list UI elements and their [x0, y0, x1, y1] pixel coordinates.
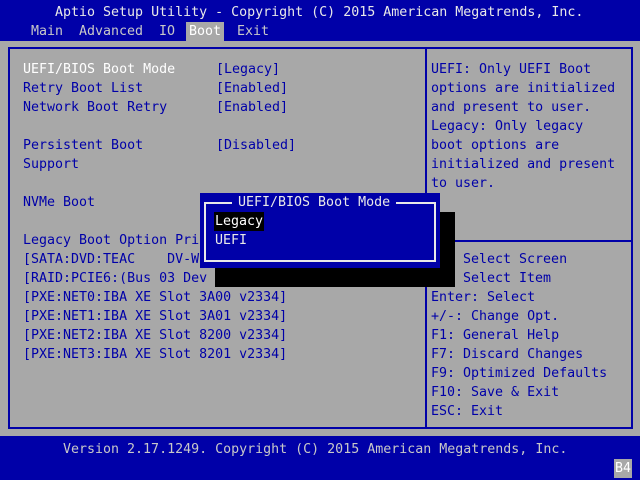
tab-main[interactable]: Main	[28, 22, 66, 41]
setting-boot-mode-label[interactable]: UEFI/BIOS Boot Mode	[23, 60, 175, 79]
help-text-line: Legacy: Only legacy	[431, 119, 584, 134]
setting-network-boot-retry-label[interactable]: Network Boot Retry	[23, 98, 167, 117]
help-text-line: UEFI: Only UEFI Boot	[431, 62, 592, 77]
popup-option-uefi[interactable]: UEFI	[215, 231, 247, 250]
key-help-line: F9: Optimized Defaults	[431, 366, 608, 381]
help-divider	[427, 240, 631, 242]
tab-advanced[interactable]: Advanced	[76, 22, 146, 41]
key-help-line: Select Screen	[463, 252, 568, 267]
version-text: Version 2.17.1249. Copyright (C) 2015 Am…	[63, 442, 568, 457]
boot-option-item[interactable]: [PXE:NET2:IBA XE Slot 8200 v2334]	[23, 326, 287, 345]
boot-option-item[interactable]: [PXE:NET1:IBA XE Slot 3A01 v2334]	[23, 307, 287, 326]
help-text-line: and present to user.	[431, 100, 592, 115]
key-help-line: +/-: Change Opt.	[431, 309, 560, 324]
popup-title: UEFI/BIOS Boot Mode	[232, 193, 397, 212]
help-text-line: boot options are	[431, 138, 560, 153]
key-help-line: F10: Save & Exit	[431, 385, 560, 400]
boot-option-item[interactable]: [PXE:NET3:IBA XE Slot 8201 v2334]	[23, 345, 287, 364]
legacy-priorities-heading: Legacy Boot Option Pri	[23, 233, 200, 248]
app-title: Aptio Setup Utility - Copyright (C) 2015…	[55, 5, 584, 20]
post-code: B4	[614, 459, 633, 478]
key-help-line: F1: General Help	[431, 328, 560, 343]
setting-persistent-boot-label[interactable]: Persistent Boot	[23, 136, 143, 155]
key-help-line: Enter: Select	[431, 290, 536, 305]
popup-option-legacy[interactable]: Legacy	[214, 212, 265, 231]
setting-retry-boot-list-value[interactable]: [Enabled]	[216, 79, 288, 98]
key-help-line: Select Item	[463, 271, 552, 286]
setting-retry-boot-list-label[interactable]: Retry Boot List	[23, 79, 143, 98]
key-help-line: ESC: Exit	[431, 404, 504, 419]
setting-network-boot-retry-value[interactable]: [Enabled]	[216, 98, 288, 117]
boot-option-item[interactable]: [RAID:PCIE6:(Bus 03 Dev	[23, 269, 207, 288]
help-text-line: to user.	[431, 176, 496, 191]
setting-persistent-boot-label-cont[interactable]: Support	[23, 155, 79, 174]
tab-io[interactable]: IO	[156, 22, 178, 41]
tab-exit[interactable]: Exit	[234, 22, 272, 41]
boot-option-item[interactable]: [SATA:DVD:TEAC DV-W	[23, 250, 199, 269]
tab-boot[interactable]: Boot	[186, 22, 225, 41]
boot-option-item[interactable]: [PXE:NET0:IBA XE Slot 3A00 v2334]	[23, 288, 287, 307]
help-text-line: initialized and present	[431, 157, 616, 172]
setting-nvme-boot-label[interactable]: NVMe Boot	[23, 193, 95, 212]
key-help-line: F7: Discard Changes	[431, 347, 584, 362]
setting-boot-mode-value[interactable]: [Legacy]	[216, 60, 280, 79]
setting-persistent-boot-value[interactable]: [Disabled]	[216, 136, 296, 155]
help-text-line: options are initialized	[431, 81, 616, 96]
